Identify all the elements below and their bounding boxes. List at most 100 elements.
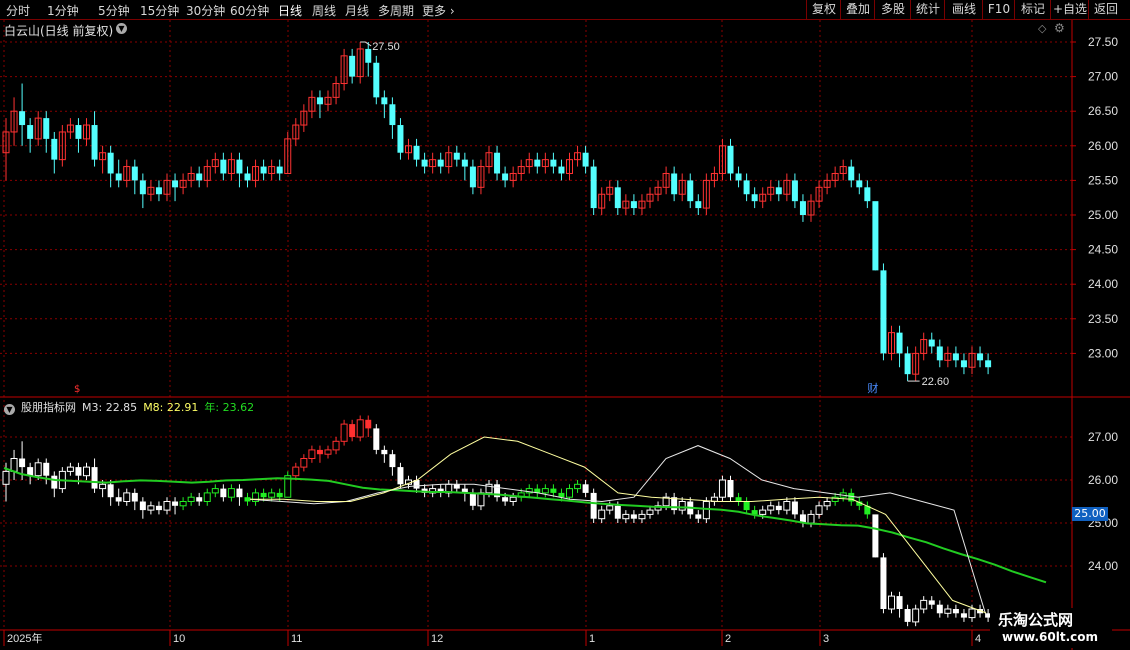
candle-body-down xyxy=(461,159,468,167)
candle-body-down xyxy=(196,173,203,181)
indicator-candle-down xyxy=(51,475,58,489)
candle-body-down xyxy=(260,166,267,174)
candle-body-down xyxy=(791,180,798,202)
low-label: 22.60 xyxy=(922,376,950,388)
indicator-candle-down xyxy=(630,514,637,519)
indicator-candle-up xyxy=(807,513,815,524)
candle-body-down xyxy=(896,332,903,354)
candle-body-down xyxy=(550,159,557,167)
indicator-candle-down xyxy=(139,501,146,511)
indicator-candle-up xyxy=(574,483,582,490)
indicator-candle-down xyxy=(735,497,742,502)
candle-body-down xyxy=(316,97,323,105)
kline-chart[interactable]: 27.50 22.60 财 $ 27.50 27.00 26.50 26.00 25.50 25… xyxy=(0,0,1130,650)
indicator-candle-up xyxy=(308,449,316,459)
indicator-candle-up xyxy=(356,419,364,438)
price-tick-label: 23.00 xyxy=(1088,346,1118,360)
price-tick-label: 27.50 xyxy=(1088,35,1118,49)
indicator-candle-up xyxy=(759,509,767,515)
watermark-title: 乐淘公式网 xyxy=(998,611,1074,629)
indicator-tick-label: 24.00 xyxy=(1088,559,1118,573)
candle-body-down xyxy=(864,187,871,202)
candle-body-down xyxy=(848,166,855,181)
indicator-candle-down xyxy=(775,505,782,511)
candle-body-down xyxy=(51,138,58,160)
candle-body-down xyxy=(155,187,162,195)
indicator-candle-up xyxy=(34,462,42,477)
candle-body-down xyxy=(727,145,734,174)
candle-body-down xyxy=(220,159,227,174)
candle-body-down xyxy=(43,118,50,139)
candle-body-down xyxy=(453,152,460,160)
candle-body-down xyxy=(735,173,742,181)
candle-body-down xyxy=(365,48,372,63)
indicator-candle-up xyxy=(123,492,131,502)
month-label: 2025年 xyxy=(7,631,42,645)
indicator-tick-label: 26.00 xyxy=(1088,473,1118,487)
indicator-candle-up xyxy=(702,501,710,520)
indicator-candle-up xyxy=(767,505,775,511)
indicator-candle-down xyxy=(904,609,911,622)
indicator-candle-down xyxy=(316,449,323,455)
candle-body-down xyxy=(75,125,82,139)
high-label: 27.50 xyxy=(372,41,400,53)
candle-body-down xyxy=(421,159,428,167)
month-label: 11 xyxy=(291,633,302,645)
candle-body-down xyxy=(244,173,251,181)
candle-body-down xyxy=(960,360,967,368)
price-tick-label: 27.00 xyxy=(1088,70,1118,84)
candle-body-down xyxy=(977,353,984,361)
price-tick-label: 24.50 xyxy=(1088,243,1118,257)
candle-body-down xyxy=(985,360,992,368)
indicator-candle-down xyxy=(453,484,460,489)
indicator-candle-up xyxy=(332,440,340,451)
indicator-candle-up xyxy=(541,488,549,494)
indicator-candle-down xyxy=(91,467,98,489)
candle-body-down xyxy=(397,125,404,153)
indicator-tick-label: 27.00 xyxy=(1088,430,1118,444)
indicator-candle-down xyxy=(502,497,509,502)
indicator-candle-down xyxy=(743,501,750,511)
indicator-candle-up xyxy=(300,458,308,468)
month-label: 3 xyxy=(823,633,829,645)
indicator-candle-down xyxy=(389,454,396,468)
indicator-candle-down xyxy=(244,497,251,502)
indicator-pane xyxy=(2,415,1047,627)
indicator-candle-up xyxy=(179,501,187,507)
indicator-candle-down xyxy=(107,484,114,498)
indicator-candle-up xyxy=(187,496,195,503)
indicator-candle-up xyxy=(566,488,573,498)
indicator-candle-down xyxy=(896,596,903,609)
price-tick-label: 23.50 xyxy=(1088,312,1118,326)
candle-body-down xyxy=(904,353,911,375)
indicator-candle-down xyxy=(75,467,82,476)
candle-body-down xyxy=(695,201,702,209)
finance-marker: 财 xyxy=(867,381,878,395)
year-ma-line xyxy=(3,467,1047,584)
candle-body-down xyxy=(115,173,122,181)
indicator-candle-down xyxy=(872,514,879,558)
candle-body-down xyxy=(630,201,637,209)
indicator-candle-up xyxy=(718,479,726,498)
indicator-candle-down xyxy=(936,604,943,614)
candle-body-down xyxy=(381,97,388,105)
indicator-candle-down xyxy=(381,449,388,455)
indicator-candle-up xyxy=(147,505,155,511)
indicator-candle-down xyxy=(349,424,356,437)
indicator-candle-up xyxy=(340,423,348,442)
indicator-name: 股朋指标网 xyxy=(21,401,76,414)
month-label: 4 xyxy=(975,633,981,645)
month-label: 2 xyxy=(725,633,731,645)
indicator-candle-down xyxy=(550,488,557,493)
chevron-down-icon[interactable]: ▼ xyxy=(4,404,15,415)
candle-body-down xyxy=(872,201,879,271)
month-label: 12 xyxy=(431,633,443,645)
indicator-candle-up xyxy=(203,492,211,502)
m3-value: M3: 22.85 xyxy=(82,401,138,414)
candle-body-down xyxy=(799,201,806,215)
candle-body-down xyxy=(236,159,243,174)
indicator-candle-up xyxy=(823,501,831,507)
indicator-candle-down xyxy=(373,428,380,450)
indicator-candle-up xyxy=(968,608,976,619)
candle-body-down xyxy=(469,166,476,188)
